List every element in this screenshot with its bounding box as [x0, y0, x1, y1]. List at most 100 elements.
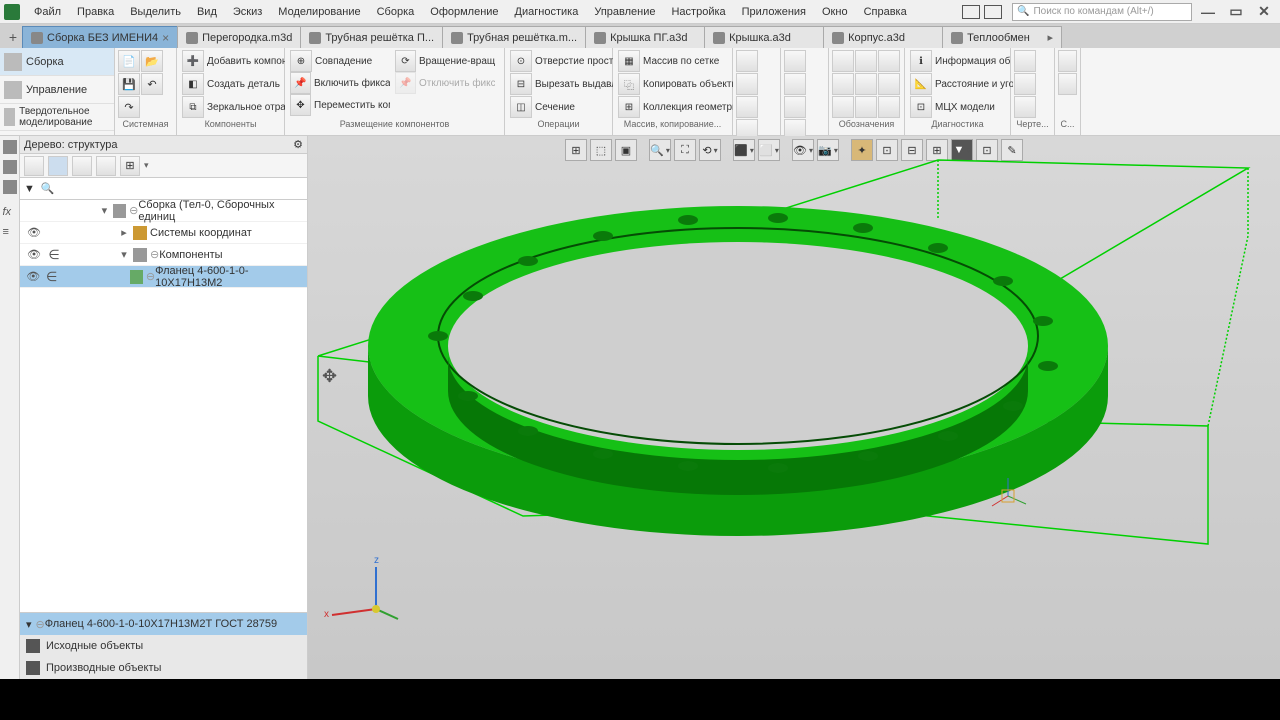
open-icon[interactable]: 📂 — [141, 50, 163, 72]
annot-3[interactable] — [878, 50, 900, 72]
new-icon[interactable]: 📄 — [118, 50, 140, 72]
annot-2[interactable] — [855, 50, 877, 72]
draw-1[interactable] — [1014, 50, 1036, 72]
geom-collection-button[interactable]: ⊞Коллекция геометрии — [616, 96, 735, 118]
draw-3[interactable] — [1014, 96, 1036, 118]
rotate-button[interactable]: ⟳Вращение-вращение — [393, 50, 497, 72]
annot-5[interactable] — [855, 73, 877, 95]
tab-trubnaya2[interactable]: Трубная решётка.m... — [442, 26, 586, 48]
window-layout-2[interactable] — [984, 5, 1002, 19]
tab-trubnaya1[interactable]: Трубная решётка П... — [300, 26, 443, 48]
c-1[interactable] — [1058, 50, 1077, 72]
sidebar-icon-3[interactable] — [3, 180, 17, 194]
move-button[interactable]: ✥Переместить компонент — [288, 94, 392, 116]
fix-off-button[interactable]: 📌Отключить фиксацию — [393, 72, 497, 94]
window-maximize[interactable]: ▭ — [1224, 0, 1248, 24]
aux-icon-3[interactable] — [736, 96, 758, 118]
annot-6[interactable] — [878, 73, 900, 95]
include-toggle[interactable] — [42, 269, 60, 285]
tree-search-icon[interactable]: 🔍 — [41, 182, 55, 195]
annot-9[interactable] — [878, 96, 900, 118]
tree-tool-1[interactable] — [24, 156, 44, 176]
undo-icon[interactable]: ↶ — [141, 73, 163, 95]
c-2[interactable] — [1058, 73, 1077, 95]
tab-close[interactable]: × — [162, 31, 169, 45]
coincide-button[interactable]: ⊕Совпадение — [288, 50, 392, 72]
annot-8[interactable] — [855, 96, 877, 118]
menu-view[interactable]: Вид — [189, 3, 225, 21]
menu-window[interactable]: Окно — [814, 3, 856, 21]
tab-peregorodka[interactable]: Перегородка.m3d — [177, 26, 301, 48]
annot-7[interactable] — [832, 96, 854, 118]
tab-assembly[interactable]: Сборка БЕЗ ИМЕНИ4× — [22, 26, 178, 48]
menu-edit[interactable]: Правка — [69, 3, 122, 21]
menu-file[interactable]: Файл — [26, 3, 69, 21]
sidebar-icon-5[interactable]: ≡ — [3, 226, 17, 240]
annot-1[interactable] — [832, 50, 854, 72]
mode-manage[interactable]: Управление — [0, 76, 114, 104]
menu-settings[interactable]: Настройка — [663, 3, 733, 21]
dim-icon-1[interactable] — [784, 50, 806, 72]
menu-modeling[interactable]: Моделирование — [270, 3, 368, 21]
filter-icon[interactable]: ▼ — [24, 183, 35, 195]
prop-header[interactable]: ▾ ⊖Фланец 4-600-1-0-10Х17Н13М2Т ГОСТ 287… — [20, 613, 307, 635]
mirror-button[interactable]: ⧉Зеркальное отражение ко... — [180, 96, 287, 118]
window-layout-1[interactable] — [962, 5, 980, 19]
3d-viewport[interactable]: ⊞ ⬚ ▣ 🔍 ⛶ ⟲ ⬛ ⬜ 👁 📷 ✦ ⊡ ⊟ ⊞ ▼ ⊡ ✎ — [308, 136, 1280, 679]
cut-button[interactable]: ⊟Вырезать выдавливанием — [508, 73, 615, 95]
redo-icon[interactable]: ↷ — [118, 96, 140, 118]
tree-root[interactable]: ▾ ⊖Сборка (Тел-0, Сборочных единиц — [20, 200, 307, 222]
mode-solid[interactable]: Твердотельное моделирование — [0, 104, 114, 131]
new-tab-button[interactable]: + — [4, 26, 22, 48]
dim-icon-3[interactable] — [784, 96, 806, 118]
annot-4[interactable] — [832, 73, 854, 95]
create-part-button[interactable]: ◧Создать деталь — [180, 73, 287, 95]
tab-kryshka[interactable]: Крышка.a3d — [704, 26, 824, 48]
save-icon[interactable]: 💾 — [118, 73, 140, 95]
menu-diagnostics[interactable]: Диагностика — [507, 3, 587, 21]
menu-apps[interactable]: Приложения — [734, 3, 814, 21]
menu-help[interactable]: Справка — [856, 3, 915, 21]
visibility-toggle[interactable] — [24, 248, 44, 261]
tree-tool-4[interactable] — [96, 156, 116, 176]
section-button[interactable]: ◫Сечение — [508, 96, 615, 118]
command-search[interactable]: 🔍Поиск по командам (Alt+/) — [1012, 3, 1192, 21]
distance-button[interactable]: 📐Расстояние и угол — [908, 73, 1015, 95]
tree-tool-3[interactable] — [72, 156, 92, 176]
tree-coord[interactable]: ▸ Системы координат — [20, 222, 307, 244]
sidebar-icon-1[interactable] — [3, 140, 17, 154]
tree-settings-icon[interactable]: ⚙ — [293, 138, 303, 151]
visibility-toggle[interactable] — [24, 270, 42, 283]
menu-format[interactable]: Оформление — [422, 3, 506, 21]
mcx-button[interactable]: ⊡МЦХ модели — [908, 96, 1015, 118]
pattern-button[interactable]: ▦Массив по сетке — [616, 50, 735, 72]
menu-select[interactable]: Выделить — [122, 3, 189, 21]
menu-manage[interactable]: Управление — [586, 3, 663, 21]
view-triad[interactable]: z x — [320, 549, 400, 629]
window-minimize[interactable]: — — [1196, 0, 1220, 24]
menu-sketch[interactable]: Эскиз — [225, 3, 270, 21]
sidebar-icon-2[interactable] — [3, 160, 17, 174]
include-toggle[interactable] — [44, 247, 64, 263]
draw-2[interactable] — [1014, 73, 1036, 95]
visibility-toggle[interactable] — [24, 226, 44, 239]
window-close[interactable]: ✕ — [1252, 0, 1276, 24]
prop-derived[interactable]: Производные объекты — [20, 657, 307, 679]
tree-components[interactable]: ▾ ⊖Компоненты — [20, 244, 307, 266]
tab-kryshka-pg[interactable]: Крышка ПГ.a3d — [585, 26, 705, 48]
copy-button[interactable]: ⿻Копировать объекты — [616, 73, 735, 95]
sidebar-icon-4[interactable]: fx — [3, 206, 17, 220]
fix-on-button[interactable]: 📌Включить фиксацию — [288, 72, 392, 94]
info-button[interactable]: ℹИнформация об объекте — [908, 50, 1015, 72]
tree-tool-2[interactable] — [48, 156, 68, 176]
dim-icon-2[interactable] — [784, 73, 806, 95]
tab-teploobmen[interactable]: Теплообмен▸ — [942, 26, 1062, 48]
hole-button[interactable]: ⊙Отверстие простое — [508, 50, 615, 72]
add-component-button[interactable]: ➕Добавить компонент из... — [180, 50, 287, 72]
tab-korpus[interactable]: Корпус.a3d — [823, 26, 943, 48]
tree-tool-5[interactable]: ⊞ — [120, 156, 140, 176]
aux-icon-1[interactable] — [736, 50, 758, 72]
mode-assembly[interactable]: Сборка — [0, 48, 114, 76]
menu-assembly[interactable]: Сборка — [369, 3, 423, 21]
prop-source[interactable]: Исходные объекты — [20, 635, 307, 657]
